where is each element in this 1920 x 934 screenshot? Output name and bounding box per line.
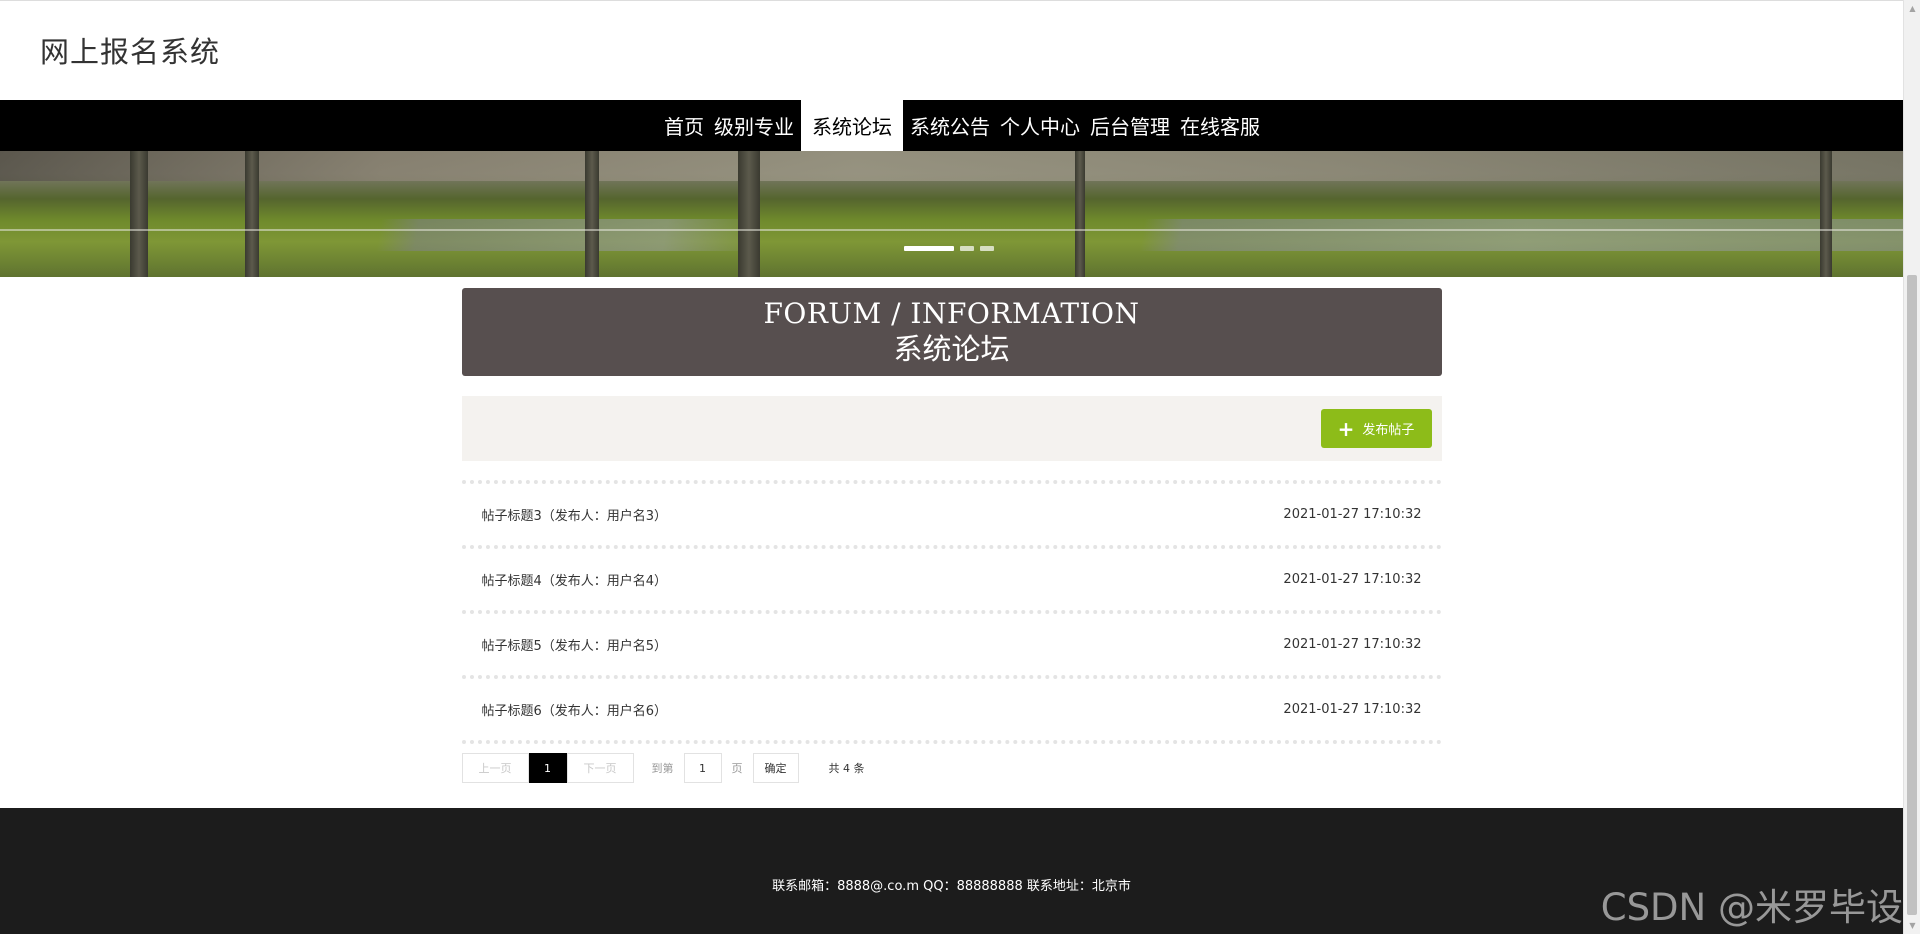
watermark: CSDN @米罗毕设: [1600, 886, 1903, 929]
post-time: 2021-01-27 17:10:32: [1283, 637, 1422, 652]
post-row[interactable]: 帖子标题4（发布人：用户名4） 2021-01-27 17:10:32: [461, 549, 1442, 614]
total-count: 共 4 条: [828, 762, 865, 775]
nav-item-announcements[interactable]: 系统公告: [905, 100, 995, 151]
post-time: 2021-01-27 17:10:32: [1283, 572, 1422, 587]
goto-page-input[interactable]: [683, 753, 722, 783]
goto-label: 到第: [651, 762, 674, 775]
browser-viewport: 网上报名系统 首页 级别专业 系统论坛 系统公告 个人中心 后台管理 在线客服: [0, 0, 1903, 934]
current-page-button[interactable]: 1: [528, 753, 567, 783]
publish-post-label: 发布帖子: [1362, 423, 1415, 438]
carousel-indicators: [904, 246, 994, 251]
vertical-scrollbar[interactable]: ▲ ▼: [1903, 0, 1920, 934]
scroll-down-icon[interactable]: ▼: [1904, 917, 1920, 934]
nav-item-forum[interactable]: 系统论坛: [801, 100, 903, 151]
post-title[interactable]: 帖子标题3（发布人：用户名3）: [482, 505, 668, 524]
pagination: 上一页 1 下一页 到第 页 确定 共 4 条: [461, 753, 1442, 783]
publish-post-button[interactable]: + 发布帖子: [1320, 409, 1432, 448]
section-title: FORUM / INFORMATION 系统论坛: [461, 288, 1442, 376]
post-list: 帖子标题3（发布人：用户名3） 2021-01-27 17:10:32 帖子标题…: [461, 480, 1442, 744]
post-time: 2021-01-27 17:10:32: [1283, 507, 1422, 522]
banner-tree: [738, 151, 760, 277]
next-page-button[interactable]: 下一页: [566, 753, 634, 783]
banner-tree: [1820, 151, 1832, 277]
banner-fence: [0, 229, 1903, 231]
prev-page-button[interactable]: 上一页: [461, 753, 529, 783]
nav-item-admin[interactable]: 后台管理: [1085, 100, 1175, 151]
nav-item-support[interactable]: 在线客服: [1175, 100, 1265, 151]
main-content: FORUM / INFORMATION 系统论坛 + 发布帖子 帖子标题3（发布…: [461, 288, 1442, 783]
section-title-cn: 系统论坛: [893, 332, 1010, 366]
post-row[interactable]: 帖子标题6（发布人：用户名6） 2021-01-27 17:10:32: [461, 679, 1442, 744]
main-nav: 首页 级别专业 系统论坛 系统公告 个人中心 后台管理 在线客服: [0, 100, 1903, 151]
banner-tree: [130, 151, 148, 277]
post-title[interactable]: 帖子标题6（发布人：用户名6）: [482, 700, 668, 719]
post-row[interactable]: 帖子标题5（发布人：用户名5） 2021-01-27 17:10:32: [461, 614, 1442, 679]
forum-toolbar: + 发布帖子: [461, 396, 1442, 461]
carousel-dot[interactable]: [960, 246, 974, 251]
confirm-button[interactable]: 确定: [752, 753, 799, 783]
scroll-up-icon[interactable]: ▲: [1904, 0, 1920, 17]
banner-tree: [1075, 151, 1085, 277]
nav-item-majors[interactable]: 级别专业: [709, 100, 799, 151]
header: 网上报名系统: [0, 0, 1903, 100]
site-title: 网上报名系统: [40, 34, 221, 69]
carousel-dot[interactable]: [980, 246, 994, 251]
plus-icon: +: [1337, 416, 1355, 441]
banner-tree: [245, 151, 259, 277]
section-title-en: FORUM / INFORMATION: [763, 297, 1140, 330]
banner-image-top: [0, 151, 1903, 181]
banner-carousel: [0, 151, 1903, 277]
nav-item-profile[interactable]: 个人中心: [995, 100, 1085, 151]
banner-tree: [585, 151, 599, 277]
scroll-thumb[interactable]: [1907, 275, 1917, 915]
post-time: 2021-01-27 17:10:32: [1283, 702, 1422, 717]
post-row[interactable]: 帖子标题3（发布人：用户名3） 2021-01-27 17:10:32: [461, 484, 1442, 549]
nav-item-home[interactable]: 首页: [659, 100, 709, 151]
page: 网上报名系统 首页 级别专业 系统论坛 系统公告 个人中心 后台管理 在线客服: [0, 0, 1920, 934]
carousel-dot[interactable]: [904, 246, 954, 251]
post-title[interactable]: 帖子标题4（发布人：用户名4）: [482, 570, 668, 589]
post-title[interactable]: 帖子标题5（发布人：用户名5）: [482, 635, 668, 654]
page-label: 页: [731, 762, 743, 775]
